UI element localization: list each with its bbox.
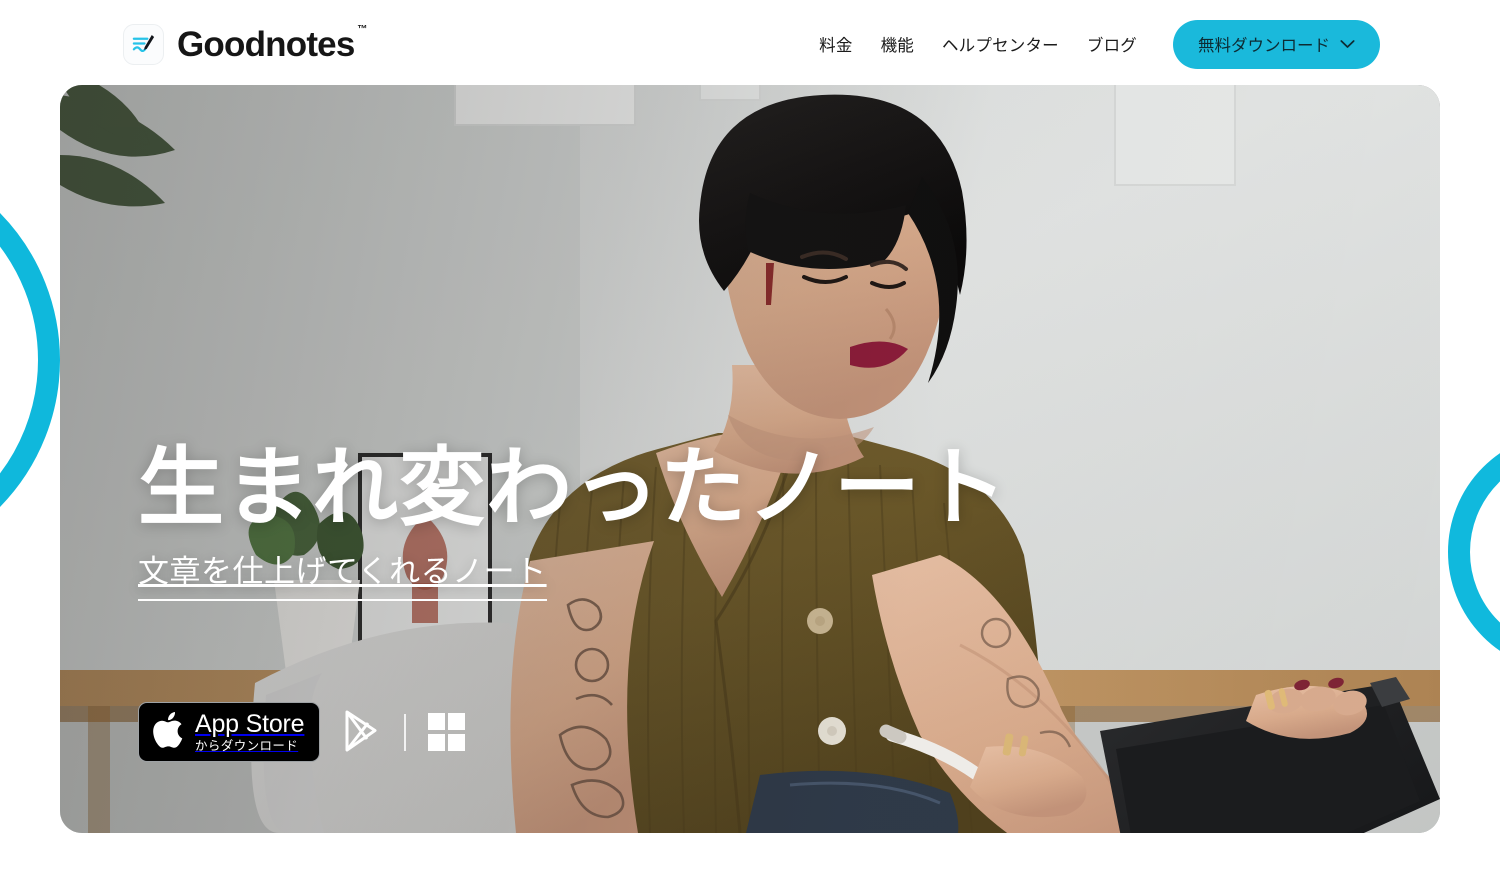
google-play-icon [342, 709, 382, 756]
store-divider [404, 713, 406, 751]
hero-title: 生まれ変わったノート [138, 440, 1008, 536]
trademark-symbol: ™ [357, 23, 367, 35]
nav-link-blog[interactable]: ブログ [1087, 32, 1137, 56]
brand-wordmark: Goodnotes ™ [177, 24, 367, 64]
brand-logo-link[interactable]: Goodnotes ™ [123, 23, 367, 65]
free-download-label: 無料ダウンロード [1198, 36, 1330, 55]
decorative-ring-right-icon [1448, 432, 1500, 672]
primary-navigation: 料金 機能 ヘルプセンター ブログ 無料ダウンロード [819, 19, 1380, 69]
landing-page: Goodnotes ™ 料金 機能 ヘルプセンター ブログ 無料ダウンロード 生… [0, 0, 1500, 892]
google-play-button[interactable] [342, 709, 382, 756]
app-store-primary-label: App Store [195, 710, 305, 739]
site-header: Goodnotes ™ 料金 機能 ヘルプセンター ブログ 無料ダウンロード [0, 0, 1500, 88]
free-download-button[interactable]: 無料ダウンロード [1173, 19, 1380, 69]
chevron-down-icon [1340, 39, 1355, 49]
store-badges: App Store からダウンロード [138, 702, 466, 762]
decorative-arc-left-icon [0, 150, 60, 570]
hero-subtitle-link[interactable]: 文章を仕上げてくれるノート [138, 552, 547, 602]
nav-link-pricing[interactable]: 料金 [819, 32, 852, 56]
app-store-secondary-label: からダウンロード [195, 739, 299, 754]
apple-icon [152, 710, 185, 755]
nav-link-help-center[interactable]: ヘルプセンター [942, 32, 1059, 56]
goodnotes-logo-icon [123, 23, 164, 65]
windows-store-button[interactable] [427, 713, 466, 751]
windows-icon [427, 713, 466, 751]
app-store-badge[interactable]: App Store からダウンロード [138, 702, 321, 762]
brand-name-text: Goodnotes [177, 24, 355, 64]
nav-link-features[interactable]: 機能 [881, 32, 914, 56]
hero-content: 生まれ変わったノート 文章を仕上げてくれるノート [138, 440, 1138, 602]
